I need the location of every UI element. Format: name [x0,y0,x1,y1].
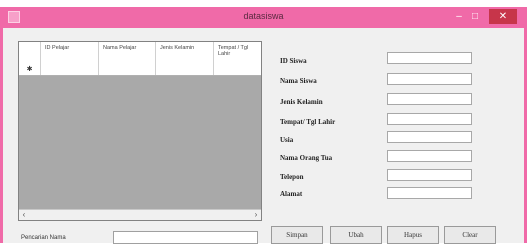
grid-header-row: ID Pelajar Nama Pelajar Jenis Kelamin Te… [19,42,261,65]
nama-orang-tua-label: Nama Orang Tua [280,154,333,162]
usia-input[interactable] [387,131,472,143]
window-title: datasiswa [243,11,284,21]
jenis-kelamin-label: Jenis Kelamin [280,98,323,106]
row-header-corner [19,42,41,64]
grid-new-row[interactable]: ✱ [19,64,261,76]
column-header-id-pelajar[interactable]: ID Pelajar [41,42,99,64]
column-header-nama-pelajar[interactable]: Nama Pelajar [99,42,156,64]
student-data-grid[interactable]: ID Pelajar Nama Pelajar Jenis Kelamin Te… [18,41,262,221]
alamat-input[interactable] [387,187,472,199]
grid-cell[interactable] [156,64,214,75]
app-window: datasiswa – □ ✕ ID Pelajar Nama Pelajar … [0,7,527,244]
alamat-label: Alamat [280,190,303,198]
close-button[interactable]: ✕ [489,9,517,24]
id-siswa-input[interactable] [387,52,472,64]
simpan-button[interactable]: Simpan [271,226,323,244]
id-siswa-label: ID Siswa [280,57,307,65]
grid-cell[interactable] [41,64,99,75]
grid-cell[interactable] [99,64,156,75]
telepon-label: Telepon [280,173,304,181]
new-row-marker-icon: ✱ [19,64,41,75]
nama-orang-tua-input[interactable] [387,150,472,162]
tempat-tgl-lahir-input[interactable] [387,113,472,125]
title-bar[interactable]: datasiswa – □ ✕ [0,7,527,28]
scroll-right-icon[interactable]: › [251,210,261,220]
nama-siswa-input[interactable] [387,73,472,85]
jenis-kelamin-input[interactable] [387,93,472,105]
horizontal-scrollbar[interactable]: ‹ › [19,209,261,220]
nama-siswa-label: Nama Siswa [280,77,317,85]
tempat-tgl-lahir-label: Tempat/ Tgl Lahir [280,118,336,126]
minimize-button[interactable]: – [451,9,467,24]
hapus-button[interactable]: Hapus [387,226,439,244]
column-header-tempat-tgl-lahir[interactable]: Tempat / Tgl Lahir [214,42,261,64]
column-header-jenis-kelamin[interactable]: Jenis Kelamin [156,42,214,64]
search-name-input[interactable] [113,231,258,244]
ubah-button[interactable]: Ubah [330,226,382,244]
telepon-input[interactable] [387,169,472,181]
search-label: Pencarian Nama [21,235,66,241]
grid-cell[interactable] [214,64,261,75]
usia-label: Usia [280,136,294,144]
scroll-left-icon[interactable]: ‹ [19,210,29,220]
maximize-button[interactable]: □ [467,9,483,24]
clear-button[interactable]: Clear [444,226,496,244]
